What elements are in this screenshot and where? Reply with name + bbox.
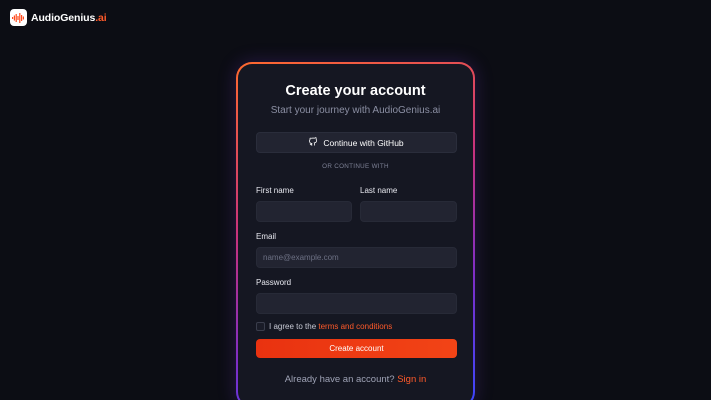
last-name-label: Last name [360, 186, 398, 195]
divider-text: OR CONTINUE WITH [322, 163, 389, 170]
password-label: Password [256, 278, 292, 287]
terms-link[interactable]: terms and conditions [318, 322, 392, 331]
terms-checkbox[interactable] [256, 322, 265, 331]
create-account-button[interactable]: Create account [256, 339, 457, 358]
brand[interactable]: AudioGenius.ai [10, 9, 107, 26]
terms-text: I agree to the terms and conditions [269, 322, 392, 331]
email-input[interactable] [256, 247, 457, 268]
github-icon [309, 137, 318, 148]
terms-prefix: I agree to the [269, 322, 319, 331]
last-name-input[interactable] [360, 201, 457, 222]
card-title: Create your account [285, 83, 426, 99]
signin-row: Already have an account? Sign in [238, 374, 473, 385]
signin-prompt: Already have an account? [284, 374, 398, 385]
password-input[interactable] [256, 293, 457, 314]
waveform-icon [10, 9, 27, 26]
signup-page: AudioGenius.ai Create your account Start… [0, 0, 711, 400]
brand-name: AudioGenius.ai [31, 11, 107, 24]
signup-card-frame: Create your account Start your journey w… [236, 62, 475, 400]
first-name-input[interactable] [256, 201, 352, 222]
signup-card: Create your account Start your journey w… [238, 64, 473, 400]
email-label: Email [256, 232, 277, 241]
signin-link[interactable]: Sign in [397, 374, 426, 385]
github-button-label: Continue with GitHub [323, 137, 404, 148]
github-button[interactable]: Continue with GitHub [256, 132, 457, 153]
first-name-label: First name [256, 186, 294, 195]
brand-tld: .ai [95, 11, 107, 24]
card-subtitle: Start your journey with AudioGenius.ai [270, 105, 441, 116]
